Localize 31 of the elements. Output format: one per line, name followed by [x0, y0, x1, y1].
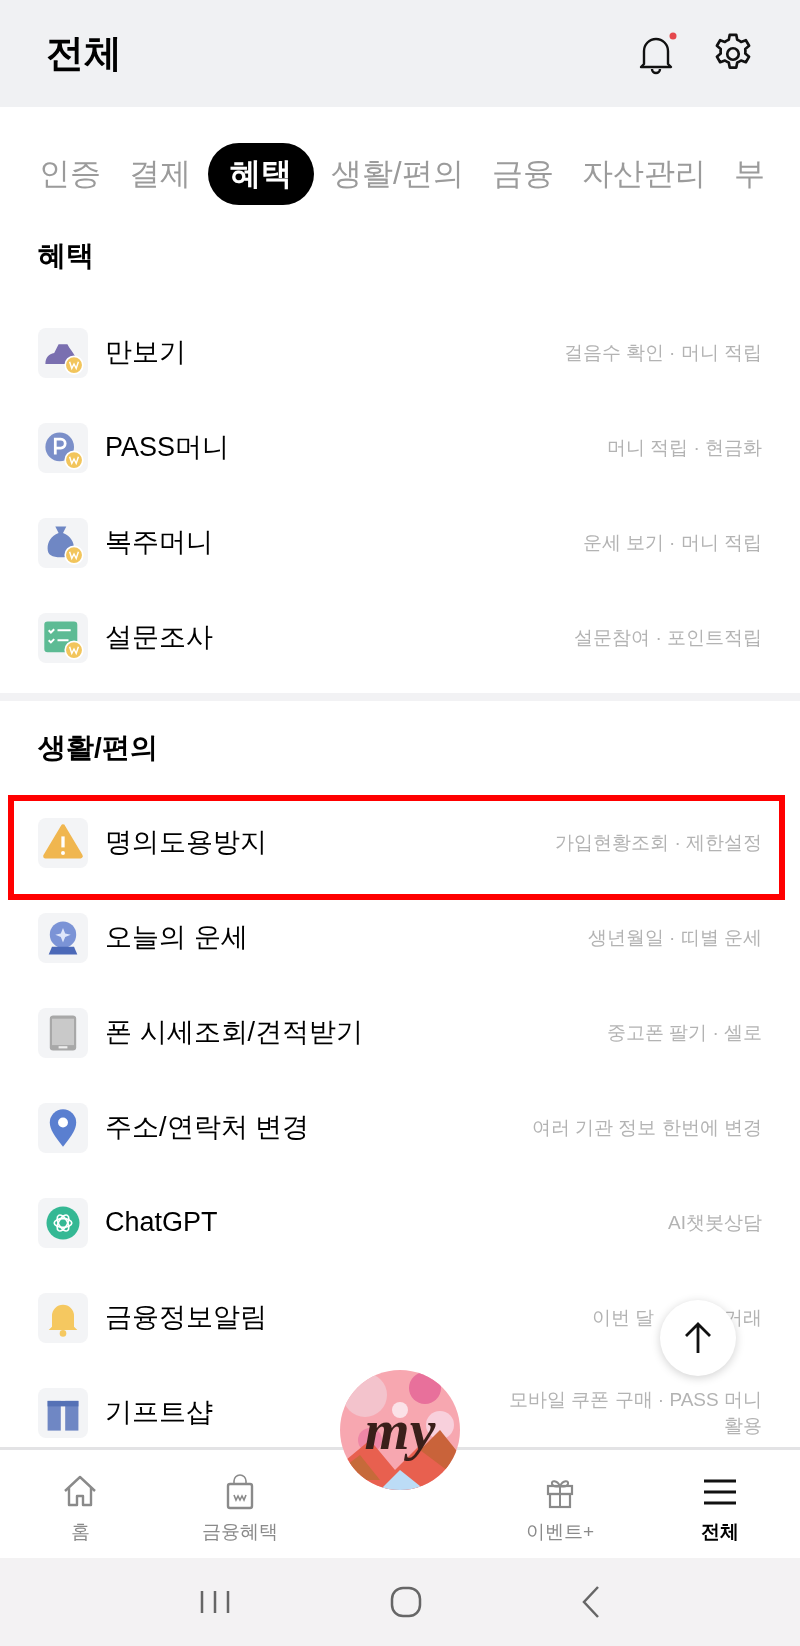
item-title[interactable]: 기프트샵	[105, 1392, 213, 1433]
item-title[interactable]: 설문조사	[105, 617, 213, 658]
item-description: 모바일 쿠폰 구매 · PASS 머니 활용	[508, 1387, 762, 1438]
item-title[interactable]: 폰 시세조회/견적받기	[105, 1012, 363, 1053]
my-button[interactable]: my	[340, 1370, 460, 1490]
category-tab[interactable]: 혜택	[208, 143, 314, 205]
item-description: 생년월일 · 띠별 운세	[587, 925, 762, 950]
nav-tab[interactable]: 전체	[640, 1450, 800, 1547]
item-description: AI챗봇상담	[668, 1210, 762, 1235]
section-heading: 생활/편의	[38, 731, 158, 765]
home-icon[interactable]	[389, 1585, 423, 1619]
item-title[interactable]: 금융정보알림	[105, 1297, 267, 1338]
section-heading: 혜택	[38, 239, 94, 273]
item-description: 걸음수 확인 · 머니 적립	[563, 340, 762, 365]
item-title[interactable]: 복주머니	[105, 522, 213, 563]
item-description: 거래	[724, 1305, 762, 1330]
item-description: 여러 기관 정보 한번에 변경	[531, 1115, 762, 1140]
item-title[interactable]: 명의도용방지	[105, 822, 267, 863]
item-description: 운세 보기 · 머니 적립	[582, 530, 762, 555]
item-title[interactable]: 오늘의 운세	[105, 917, 248, 958]
item-description: 이번 달	[591, 1305, 654, 1330]
item-title[interactable]: PASS머니	[105, 427, 230, 468]
up-arrow-icon	[683, 1321, 713, 1355]
item-title[interactable]: 주소/연락처 변경	[105, 1107, 309, 1148]
item-description: 설문참여 · 포인트적립	[574, 625, 762, 650]
item-description: 가입현황조회 · 제한설정	[555, 830, 762, 855]
item-title[interactable]: 만보기	[105, 332, 186, 373]
item-description: 머니 적립 · 현금화	[606, 435, 762, 460]
item-description: 중고폰 팔기 · 셀로	[606, 1020, 762, 1045]
item-title[interactable]: ChatGPT	[105, 1202, 218, 1243]
page-title: 전체	[46, 31, 122, 76]
